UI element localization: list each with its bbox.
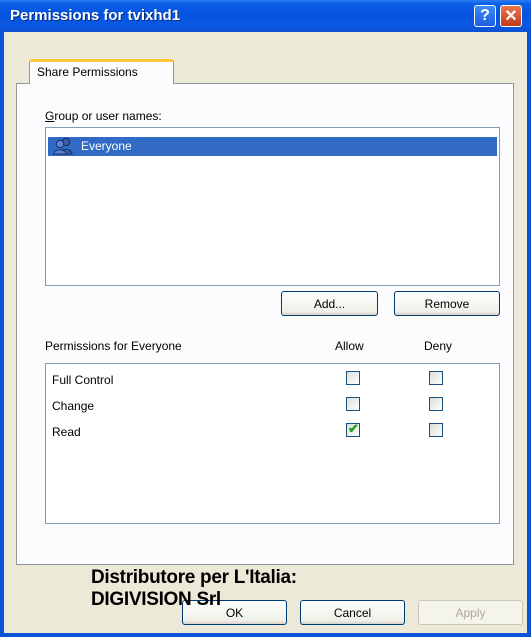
permissions-list: Full Control Change Read ✔ — [45, 363, 500, 524]
window-title: Permissions for tvixhd1 — [10, 7, 181, 24]
list-item-label: Everyone — [81, 139, 132, 153]
help-icon: ? — [480, 7, 490, 24]
close-button[interactable]: ✕ — [500, 5, 522, 27]
group-users-label-rest: roup or user names: — [54, 109, 162, 123]
deny-checkbox[interactable] — [429, 423, 443, 437]
group-user-listbox[interactable]: Everyone — [45, 127, 500, 286]
allow-checkbox[interactable] — [346, 397, 360, 411]
permission-row: Read ✔ — [46, 420, 499, 442]
caption-line-1: Distributore per L'Italia: — [91, 567, 297, 588]
caption-line-2: DIGIVISION Srl — [91, 589, 221, 610]
permission-row: Change — [46, 394, 499, 416]
apply-button[interactable]: Apply — [418, 600, 523, 625]
cancel-button[interactable]: Cancel — [300, 600, 405, 625]
list-item[interactable]: Everyone — [48, 137, 497, 156]
allow-checkbox-checked[interactable]: ✔ — [346, 421, 360, 437]
users-group-icon — [53, 138, 73, 155]
tab-share-permissions[interactable]: Share Permissions — [29, 59, 174, 84]
distributor-caption: Distributore per L'Italia: DIGIVISION Sr… — [91, 567, 297, 611]
remove-button-label: Remove — [424, 296, 470, 311]
cancel-button-label: Cancel — [333, 605, 372, 620]
deny-column-header: Deny — [424, 339, 453, 353]
add-button[interactable]: Add... — [281, 291, 378, 316]
close-icon: ✕ — [504, 8, 518, 25]
deny-checkbox[interactable] — [429, 397, 443, 411]
title-bar[interactable]: Permissions for tvixhd1 ? ✕ — [0, 0, 531, 32]
allow-checkbox[interactable] — [346, 371, 360, 385]
permissions-label: Permissions for Everyone — [45, 339, 182, 353]
remove-button[interactable]: Remove — [394, 291, 500, 316]
allow-column-header: Allow — [335, 339, 364, 353]
help-button[interactable]: ? — [474, 5, 496, 27]
permission-row: Full Control — [46, 368, 499, 390]
permission-name: Change — [52, 399, 95, 413]
permissions-window: Permissions for tvixhd1 ? ✕ Share Permis… — [0, 0, 531, 637]
tab-label: Share Permissions — [37, 65, 138, 79]
checkmark-icon: ✔ — [348, 421, 359, 436]
apply-button-label: Apply — [455, 605, 486, 620]
group-users-label-accel: G — [45, 109, 55, 123]
permission-name: Full Control — [52, 373, 114, 387]
deny-checkbox[interactable] — [429, 371, 443, 385]
dialog-client-area: Share Permissions Group or user names: E… — [4, 32, 527, 633]
add-button-label: Add... — [313, 296, 346, 311]
group-users-label: Group or user names: — [45, 109, 162, 123]
permission-name: Read — [52, 425, 81, 439]
